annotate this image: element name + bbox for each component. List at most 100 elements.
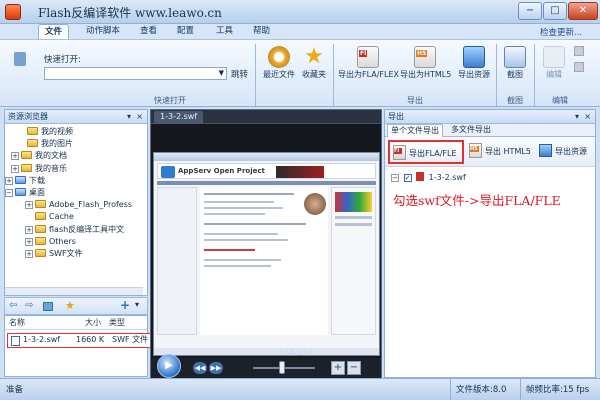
- file-toolbar: ⇦ ⇨ ★ + ▾: [4, 297, 148, 315]
- expand-icon[interactable]: −: [391, 174, 399, 182]
- tab-multi-export[interactable]: 多文件导出: [451, 124, 491, 136]
- tree-item-adobe-flash[interactable]: + Adobe_Flash_Profess: [5, 199, 147, 211]
- tree-item-documents[interactable]: + 我的文档: [5, 150, 147, 162]
- panel-close-icon[interactable]: ×: [136, 110, 143, 123]
- folder-view-icon[interactable]: [43, 302, 53, 311]
- fast-forward-button[interactable]: ▶▶: [209, 362, 223, 374]
- export-html5-button[interactable]: H5 导出为HTML5: [400, 44, 451, 92]
- export-fla-button[interactable]: Fl 导出为FLA/FLEX: [338, 44, 399, 92]
- minimize-button[interactable]: −: [518, 2, 542, 20]
- file-size: 1660 K: [76, 335, 105, 344]
- panel-close-icon[interactable]: ×: [584, 110, 591, 123]
- zoom-out-button[interactable]: −: [347, 361, 361, 375]
- screenshot-icon: [504, 46, 526, 68]
- export-resource-button[interactable]: 导出资源: [454, 44, 494, 92]
- tab-file[interactable]: 文件: [38, 24, 70, 39]
- tree-item-desktop[interactable]: − 桌面: [5, 187, 147, 199]
- tree-item-pictures[interactable]: 我的图片: [5, 138, 147, 150]
- edit-button[interactable]: 编辑: [538, 44, 570, 92]
- back-arrow-icon[interactable]: ⇦: [9, 300, 17, 311]
- ribbon: 快速打开: ▼ 跳转 快速打开 最近文件 ★ 收藏夹 Fl 导出为FLA/FLE…: [0, 39, 600, 107]
- tab-config[interactable]: 配置: [171, 24, 200, 39]
- close-button[interactable]: ✕: [568, 2, 598, 20]
- maximize-button[interactable]: □: [543, 2, 567, 20]
- pin-icon[interactable]: ▾: [127, 110, 131, 123]
- recent-files-button[interactable]: 最近文件: [259, 44, 299, 92]
- favorites-button[interactable]: ★ 收藏夹: [294, 44, 334, 92]
- folder-icon: [21, 151, 32, 160]
- tree-item-others[interactable]: + Others: [5, 236, 147, 248]
- column-size[interactable]: 大小: [85, 316, 101, 329]
- site-left-column: [157, 187, 197, 335]
- tree-horizontal-scrollbar[interactable]: [5, 287, 143, 295]
- tab-help[interactable]: 帮助: [247, 24, 276, 39]
- folder-icon: [21, 163, 32, 172]
- export-html5-button[interactable]: H5 导出 HTML5: [469, 142, 531, 162]
- file-row-selected[interactable]: 1-3-2.swf 1660 K SWF 文件: [7, 333, 155, 348]
- folder-icon: [35, 224, 46, 233]
- swf-file-icon: [11, 336, 20, 346]
- file-checkbox[interactable]: ✓: [403, 174, 412, 182]
- resource-browser-header: 资源浏览器 ▾ ×: [5, 110, 147, 124]
- export-file-item[interactable]: − ✓ 1-3-2.swf: [391, 172, 466, 182]
- dropdown-icon[interactable]: ▾: [135, 300, 139, 309]
- tree-item-downloads[interactable]: + 下载: [5, 175, 147, 187]
- tree-item-videos[interactable]: 我的视频: [5, 126, 147, 138]
- frame-counter: 164/337: [279, 348, 313, 357]
- tab-tools[interactable]: 工具: [210, 24, 239, 39]
- swf-preview-frame: AppServ Open Project: [153, 152, 380, 356]
- tree-item-music[interactable]: + 我的音乐: [5, 163, 147, 175]
- window-title: Flash反编译软件 www.leawo.cn: [38, 6, 222, 20]
- html5-file-icon: H5: [469, 143, 482, 158]
- group-label-edit: 编辑: [552, 96, 568, 105]
- preview-panel: 1-3-2.swf AppServ Open Project ▶ ◀◀ ▶▶ 1…: [150, 109, 382, 378]
- export-fla-flex-button[interactable]: Fl 导出FLA/FLE: [388, 140, 464, 164]
- check-update-link[interactable]: 检查更新...: [540, 26, 582, 38]
- group-label-screenshot: 截图: [507, 96, 523, 105]
- preview-tab[interactable]: 1-3-2.swf: [154, 111, 204, 124]
- file-list-panel: 名称 大小 类型 1-3-2.swf 1660 K SWF 文件: [4, 315, 155, 377]
- zoom-in-button[interactable]: +: [331, 361, 345, 375]
- embedded-status-bar: [154, 348, 379, 355]
- title-bar: Flash反编译软件 www.leawo.cn − □ ✕: [0, 0, 600, 24]
- desktop-icon: [15, 187, 26, 196]
- tab-actionscript[interactable]: 动作脚本: [80, 24, 126, 39]
- menu-bar: 文件 动作脚本 查看 配置 工具 帮助 检查更新...: [0, 24, 600, 39]
- export-toolbar: Fl 导出FLA/FLE H5 导出 HTML5 导出资源: [385, 137, 595, 167]
- pin-icon[interactable]: ▾: [575, 110, 579, 123]
- site-logo-icon: [161, 166, 175, 178]
- tab-single-export[interactable]: 单个文件导出: [387, 124, 443, 137]
- download-folder-icon: [15, 175, 26, 184]
- folder-icon: [27, 127, 38, 135]
- tree-item-swf-files[interactable]: + SWF文件: [5, 248, 147, 260]
- screenshot-button[interactable]: 截图: [500, 44, 530, 92]
- app-logo-icon: [5, 4, 21, 20]
- file-version: 文件版本:8.0: [456, 385, 507, 395]
- file-name: 1-3-2.swf: [23, 335, 61, 344]
- save-icon[interactable]: [574, 46, 584, 56]
- column-name[interactable]: 名称: [9, 316, 25, 329]
- site-avatar: [304, 193, 326, 215]
- forward-arrow-icon[interactable]: ⇨: [25, 300, 33, 311]
- tree-item-cache[interactable]: Cache: [5, 211, 147, 223]
- quick-open-input[interactable]: ▼: [44, 67, 227, 80]
- column-type[interactable]: 类型: [109, 316, 125, 329]
- tab-view[interactable]: 查看: [134, 24, 163, 39]
- add-icon[interactable]: +: [120, 298, 130, 312]
- embedded-site-header: AppServ Open Project: [157, 163, 376, 179]
- rewind-button[interactable]: ◀◀: [193, 362, 207, 374]
- play-button[interactable]: ▶: [157, 354, 181, 378]
- export-resource-button[interactable]: 导出资源: [539, 142, 595, 162]
- quick-open-icon: [14, 52, 26, 66]
- chevron-down-icon[interactable]: ▼: [219, 69, 224, 77]
- favorite-star-icon[interactable]: ★: [65, 299, 75, 312]
- goto-button[interactable]: 跳转: [231, 68, 248, 80]
- frame-slider-thumb[interactable]: [279, 361, 285, 374]
- tree-item-flash-decompiler[interactable]: + flash反编译工具中文: [5, 224, 147, 236]
- preview-tab-bar: 1-3-2.swf: [151, 110, 381, 124]
- save-as-icon[interactable]: [574, 62, 584, 72]
- star-icon: ★: [304, 44, 324, 69]
- group-label-quick-open: 快速打开: [154, 96, 186, 105]
- site-banner: [276, 166, 324, 178]
- fla-file-icon: Fl: [357, 46, 379, 68]
